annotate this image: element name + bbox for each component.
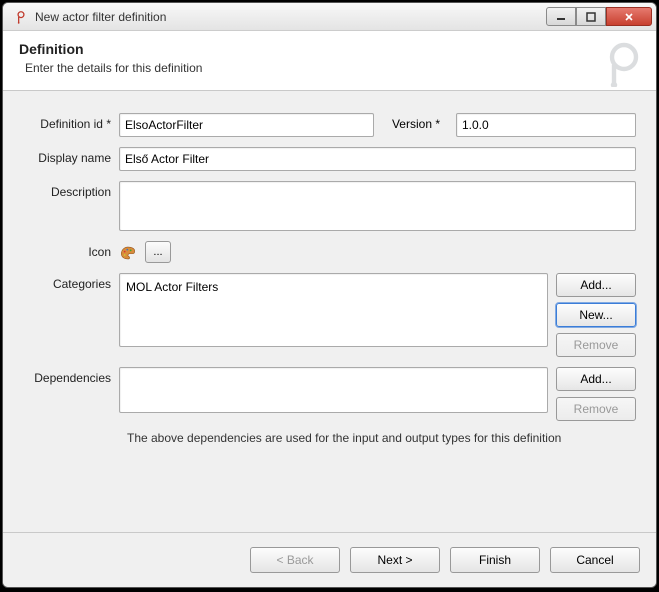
finish-button[interactable]: Finish <box>450 547 540 573</box>
description-label: Description <box>23 181 119 199</box>
header-title: Definition <box>19 41 640 57</box>
palette-icon <box>119 244 137 262</box>
next-button[interactable]: Next > <box>350 547 440 573</box>
app-icon <box>13 9 29 25</box>
window-controls <box>546 7 652 26</box>
dependency-add-button[interactable]: Add... <box>556 367 636 391</box>
categories-list[interactable]: MOL Actor Filters <box>119 273 548 347</box>
description-textarea[interactable] <box>119 181 636 231</box>
category-add-button[interactable]: Add... <box>556 273 636 297</box>
display-name-input[interactable] <box>119 147 636 171</box>
browse-icon-button[interactable]: ... <box>145 241 171 263</box>
dependencies-note: The above dependencies are used for the … <box>127 431 636 445</box>
list-item[interactable]: MOL Actor Filters <box>126 278 541 296</box>
version-input[interactable] <box>456 113 636 137</box>
categories-label: Categories <box>23 273 119 291</box>
minimize-button[interactable] <box>546 7 576 26</box>
dependencies-label: Dependencies <box>23 367 119 385</box>
definition-id-input[interactable] <box>119 113 374 137</box>
wizard-header: Definition Enter the details for this de… <box>3 31 656 91</box>
dependencies-list[interactable] <box>119 367 548 413</box>
category-remove-button[interactable]: Remove <box>556 333 636 357</box>
dialog-window: New actor filter definition Definition E… <box>2 2 657 588</box>
titlebar: New actor filter definition <box>3 3 656 31</box>
back-button[interactable]: < Back <box>250 547 340 573</box>
dependency-remove-button[interactable]: Remove <box>556 397 636 421</box>
definition-id-label: Definition id * <box>23 113 119 131</box>
window-title: New actor filter definition <box>35 10 546 24</box>
display-name-label: Display name <box>23 147 119 165</box>
header-subtitle: Enter the details for this definition <box>25 61 640 75</box>
icon-label: Icon <box>23 241 119 259</box>
form-area: Definition id * Version * Display name D… <box>3 91 656 532</box>
cancel-button[interactable]: Cancel <box>550 547 640 573</box>
category-new-button[interactable]: New... <box>556 303 636 327</box>
header-logo-icon <box>598 39 646 87</box>
version-label: Version * <box>382 113 448 131</box>
maximize-button[interactable] <box>576 7 606 26</box>
close-button[interactable] <box>606 7 652 26</box>
wizard-button-bar: < Back Next > Finish Cancel <box>3 532 656 587</box>
